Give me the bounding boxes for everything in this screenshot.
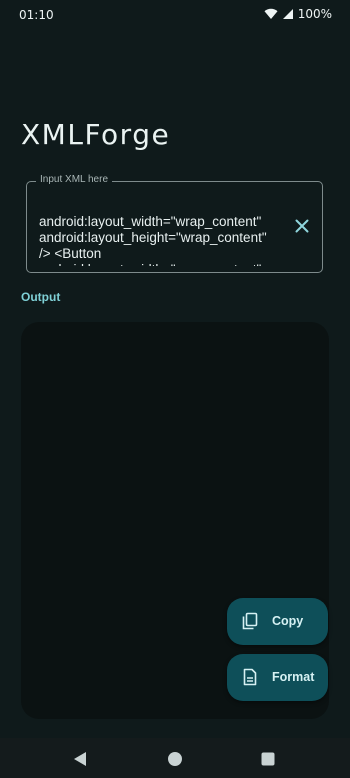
signal-icon [282,8,294,20]
wifi-icon [264,8,278,20]
navigation-bar [0,738,350,778]
recents-button[interactable] [259,750,277,768]
close-icon [295,219,309,238]
output-label: Output [21,290,61,304]
clear-input-button[interactable] [290,216,314,240]
back-button[interactable] [72,750,90,768]
xml-input-text[interactable]: android:layout_width="wrap_content" andro… [39,190,291,266]
format-button-label: Format [272,670,315,684]
battery-level: 100% [297,7,332,21]
xml-input-field[interactable]: Input XML here android:layout_width="wra… [26,174,323,273]
format-button[interactable]: Format [227,654,328,701]
xml-input-line: /> <Button [39,246,102,261]
status-indicators: 100% [264,7,332,21]
status-bar: 01:10 100% [0,0,350,30]
recents-icon [259,752,277,772]
xml-input-line: android:layout_width="wrap_content" [39,214,262,229]
copy-button-label: Copy [272,614,304,628]
document-icon [241,668,259,686]
back-icon [72,752,90,772]
copy-icon [241,612,259,630]
app-title: XMLForge [21,118,171,151]
copy-button[interactable]: Copy [227,598,328,645]
xml-input-line: android:layout_height="wrap_content" [39,230,267,245]
home-button[interactable] [166,750,184,768]
xml-input-line: android:layout_width="wrap_content" [39,262,291,266]
home-icon [166,752,184,772]
status-time: 01:10 [19,8,54,22]
input-label: Input XML here [36,174,113,185]
